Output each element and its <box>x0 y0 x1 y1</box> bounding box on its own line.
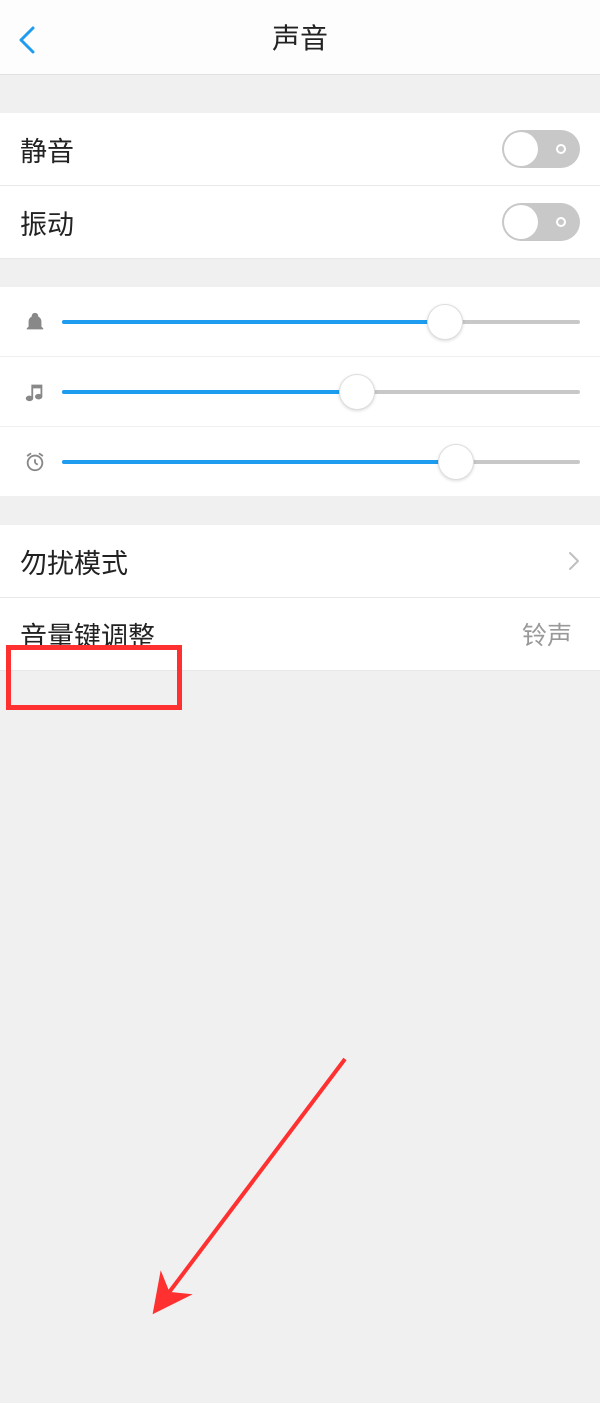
music-icon <box>20 377 50 407</box>
slider-fill <box>62 460 456 464</box>
chevron-right-icon <box>568 551 580 571</box>
spacer <box>0 259 600 287</box>
vibrate-toggle[interactable] <box>502 203 580 241</box>
volumekey-row[interactable]: 音量键调整 铃声 <box>0 598 600 671</box>
slider-fill <box>62 320 445 324</box>
slider-fill <box>62 390 357 394</box>
alarm-icon <box>20 447 50 477</box>
dnd-label: 勿扰模式 <box>20 542 568 581</box>
mute-label: 静音 <box>20 130 502 169</box>
volumekey-value: 铃声 <box>522 616 572 652</box>
dnd-row[interactable]: 勿扰模式 <box>0 525 600 598</box>
vibrate-row: 振动 <box>0 186 600 259</box>
annotation-arrow <box>0 671 600 1403</box>
toggle-knob <box>504 205 538 239</box>
volumekey-label: 音量键调整 <box>20 615 522 654</box>
bell-icon <box>20 307 50 337</box>
toggle-dot <box>556 144 566 154</box>
header: 声音 <box>0 0 600 75</box>
ring-slider-row <box>0 287 600 357</box>
toggle-dot <box>556 217 566 227</box>
slider-thumb[interactable] <box>339 374 375 410</box>
spacer <box>0 497 600 525</box>
toggle-knob <box>504 132 538 166</box>
media-slider-row <box>0 357 600 427</box>
page-title: 声音 <box>0 17 600 57</box>
alarm-slider[interactable] <box>62 460 580 464</box>
ring-slider[interactable] <box>62 320 580 324</box>
mute-toggle[interactable] <box>502 130 580 168</box>
sliders-section <box>0 287 600 497</box>
vibrate-label: 振动 <box>20 203 502 242</box>
mute-row: 静音 <box>0 113 600 186</box>
back-icon[interactable] <box>18 26 36 54</box>
slider-thumb[interactable] <box>427 304 463 340</box>
media-slider[interactable] <box>62 390 580 394</box>
alarm-slider-row <box>0 427 600 497</box>
spacer <box>0 75 600 113</box>
slider-thumb[interactable] <box>438 444 474 480</box>
